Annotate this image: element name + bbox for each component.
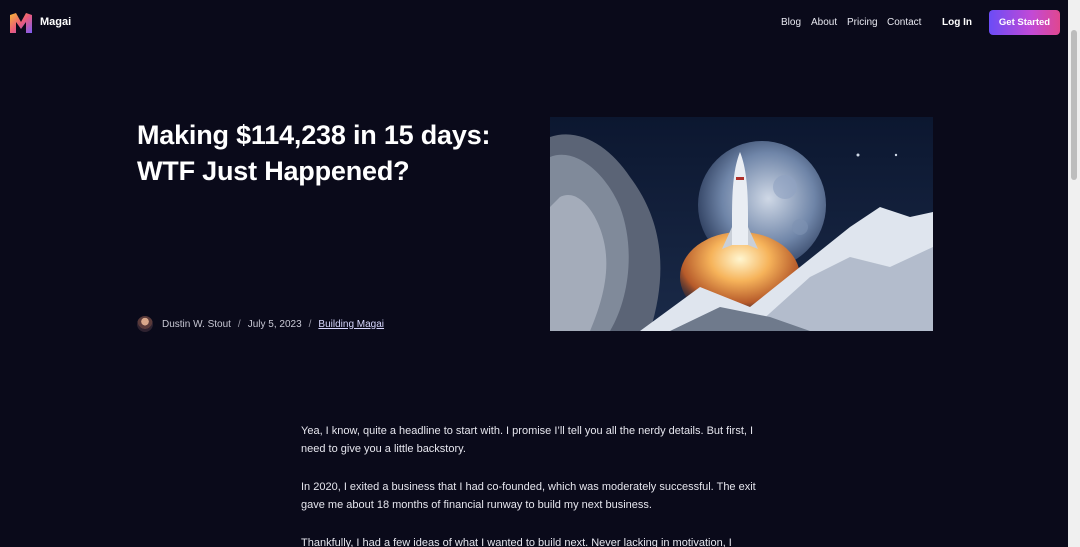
login-link[interactable]: Log In <box>942 17 972 28</box>
article-paragraph: Yea, I know, quite a headline to start w… <box>301 425 754 455</box>
hero-rocket-image <box>550 117 933 331</box>
nav-link-about[interactable]: About <box>811 17 837 28</box>
author-avatar <box>137 316 153 332</box>
post-meta: Dustin W. Stout / July 5, 2023 / Buildin… <box>137 316 384 332</box>
author-name: Dustin W. Stout <box>162 318 231 330</box>
scrollbar-thumb[interactable] <box>1071 30 1077 180</box>
magai-logo-icon[interactable] <box>10 13 32 33</box>
post-title-line-2: WTF Just Happened? <box>137 156 410 186</box>
category-link[interactable]: Building Magai <box>318 319 384 330</box>
article-paragraph: Thankfully, I had a few ideas of what I … <box>301 537 732 547</box>
article-paragraph: In 2020, I exited a business that I had … <box>301 481 756 511</box>
nav-link-contact[interactable]: Contact <box>887 17 921 28</box>
page: Magai Blog About Pricing Contact Log In … <box>0 0 1080 547</box>
post-title-line-1: Making $114,238 in 15 days: <box>137 120 491 150</box>
get-started-button[interactable]: Get Started <box>989 10 1060 35</box>
brand-name[interactable]: Magai <box>40 16 71 28</box>
nav-link-blog[interactable]: Blog <box>781 17 801 28</box>
meta-separator: / <box>237 318 241 330</box>
site-header: Magai Blog About Pricing Contact Log In … <box>0 0 1066 46</box>
nav-link-pricing[interactable]: Pricing <box>847 17 878 28</box>
article-body: Yea, I know, quite a headline to start w… <box>301 422 771 547</box>
post-title: Making $114,238 in 15 days: WTF Just Hap… <box>137 117 537 189</box>
meta-separator: / <box>308 318 312 330</box>
post-date: July 5, 2023 <box>247 318 302 330</box>
